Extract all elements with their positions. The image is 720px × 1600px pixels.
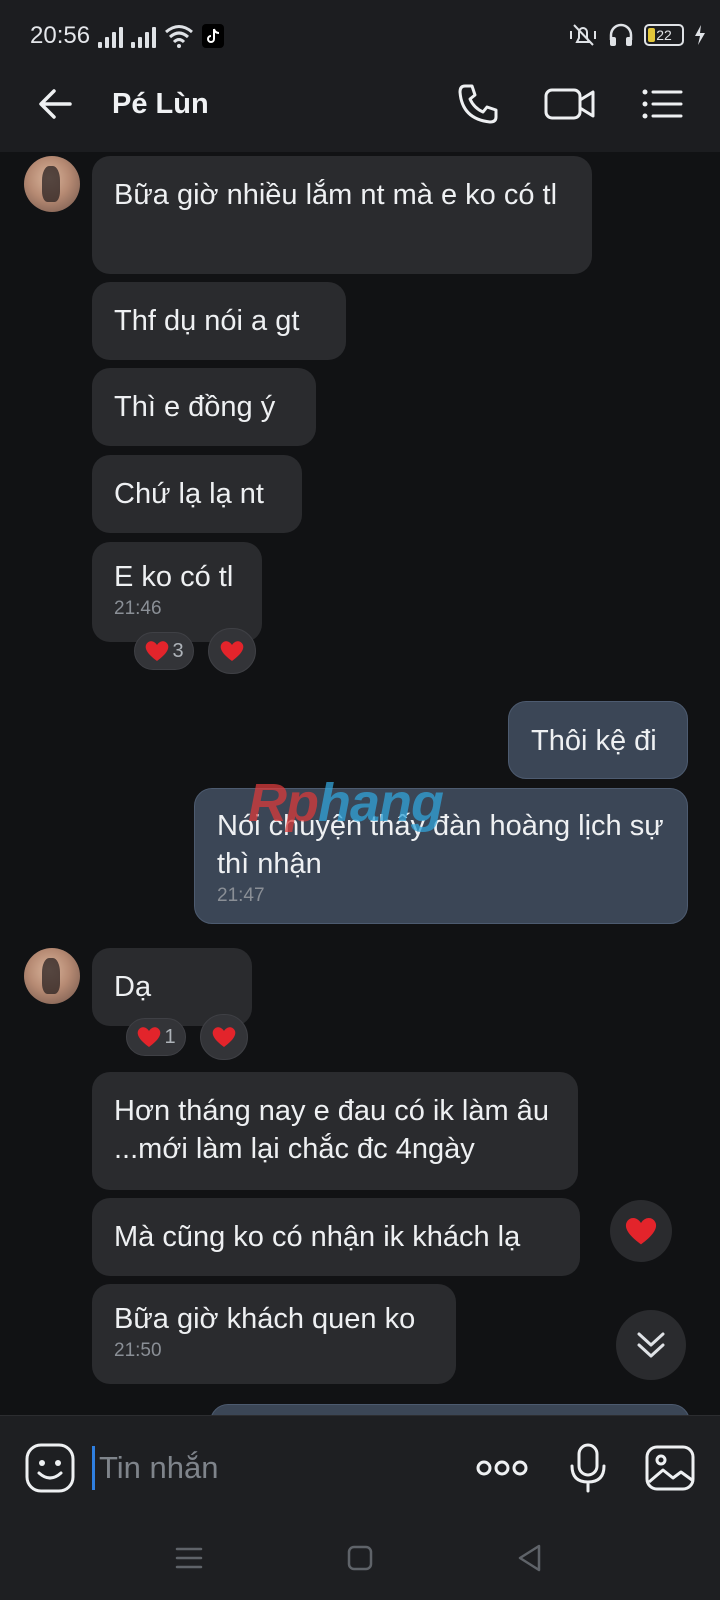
emoji-sticker-icon[interactable] <box>24 1442 76 1494</box>
home-icon[interactable] <box>343 1541 377 1575</box>
image-gallery-icon[interactable] <box>644 1442 696 1494</box>
message-text: Thì e đồng ý <box>114 391 276 423</box>
reaction-badge[interactable]: 1 <box>126 1018 186 1056</box>
status-right-icons: 22 <box>568 22 706 48</box>
back-nav-icon[interactable] <box>513 1541 547 1575</box>
contact-avatar[interactable] <box>24 156 80 212</box>
microphone-icon[interactable] <box>562 1442 614 1494</box>
phone-call-icon[interactable] <box>456 82 500 126</box>
add-reaction-button[interactable] <box>200 1014 248 1060</box>
message-incoming[interactable]: Hơn tháng nay e đau có ik làm âu ...mới … <box>92 1072 578 1190</box>
heart-icon <box>211 1025 237 1049</box>
message-text: Thôi kệ đi <box>531 725 657 757</box>
message-outgoing[interactable]: Thôi kệ đi <box>508 701 688 779</box>
reaction-badge[interactable]: 3 <box>134 632 194 670</box>
tiktok-icon <box>202 24 224 48</box>
message-input[interactable] <box>92 1446 442 1490</box>
heart-icon <box>219 639 245 663</box>
status-left-icons <box>98 24 224 48</box>
double-chevron-down-icon <box>637 1332 665 1358</box>
composer-bar <box>0 1415 720 1519</box>
message-incoming[interactable]: E ko có tl 21:46 <box>92 542 262 642</box>
quick-heart-reaction-button[interactable] <box>610 1200 672 1262</box>
message-text: Bữa giờ nhiều lắm nt mà e ko có tl <box>114 179 558 211</box>
message-incoming[interactable]: Thf dụ nói a gt <box>92 282 346 360</box>
scroll-to-bottom-button[interactable] <box>616 1310 686 1380</box>
message-incoming[interactable]: Chứ lạ lạ nt <box>92 455 302 533</box>
message-text: E ko có tl <box>114 561 234 593</box>
message-text: Bữa giờ khách quen ko <box>114 1303 416 1335</box>
system-navigation-bar <box>0 1519 720 1600</box>
signal-icon-2 <box>131 26 156 48</box>
message-incoming[interactable]: Bữa giờ nhiều lắm nt mà e ko có tl <box>92 156 592 274</box>
contact-name[interactable]: Pé Lùn <box>112 88 209 121</box>
message-text: Chứ lạ lạ nt <box>114 478 264 510</box>
heart-icon <box>136 1025 162 1049</box>
message-time: 21:47 <box>217 885 265 906</box>
message-time: 21:46 <box>114 598 162 619</box>
recent-apps-icon[interactable] <box>172 1541 206 1575</box>
video-call-icon[interactable] <box>544 82 596 126</box>
message-text: Hơn tháng nay e đau có ik làm âu ...mới … <box>114 1095 549 1165</box>
status-time: 20:56 <box>30 22 91 49</box>
add-reaction-button[interactable] <box>208 628 256 674</box>
watermark-part2: hang <box>317 773 444 833</box>
reaction-count: 1 <box>164 1025 176 1048</box>
back-arrow-icon[interactable] <box>36 84 76 124</box>
charging-icon <box>695 25 705 45</box>
message-text: Mà cũng ko có nhận ik khách lạ <box>114 1221 521 1253</box>
message-text: Dạ <box>114 971 152 1003</box>
battery-icon: 22 <box>644 24 684 46</box>
watermark-part1: Rp <box>248 773 319 833</box>
message-time: 21:50 <box>114 1340 162 1361</box>
heart-icon <box>623 1215 659 1247</box>
reaction-count: 3 <box>172 639 184 662</box>
mute-vibrate-icon <box>570 24 596 46</box>
status-bar: 20:56 22 <box>0 0 720 56</box>
more-options-icon[interactable] <box>474 1442 530 1494</box>
signal-icon <box>98 26 123 48</box>
chat-header: Pé Lùn <box>0 56 720 152</box>
heart-icon <box>144 639 170 663</box>
message-incoming[interactable]: Mà cũng ko có nhận ik khách lạ <box>92 1198 580 1276</box>
contact-avatar[interactable] <box>24 948 80 1004</box>
watermark-logo: Rphang <box>248 772 444 834</box>
menu-list-icon[interactable] <box>640 82 684 126</box>
message-incoming[interactable]: Bữa giờ khách quen ko 21:50 <box>92 1284 456 1384</box>
headphones-icon <box>609 23 633 46</box>
wifi-icon <box>165 25 193 48</box>
message-text: Thf dụ nói a gt <box>114 305 300 337</box>
message-incoming[interactable]: Thì e đồng ý <box>92 368 316 446</box>
